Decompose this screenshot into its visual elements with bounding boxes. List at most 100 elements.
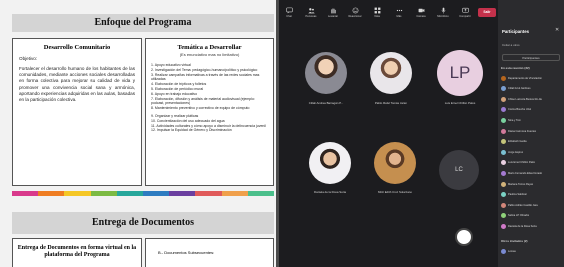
shared-presentation: Enfoque del Programa Desarrollo Comunita… <box>0 0 276 267</box>
mic-icon <box>441 7 445 13</box>
share-button[interactable]: Compartir <box>456 7 474 18</box>
panel-title: Participantes <box>502 29 529 34</box>
more-icon <box>396 9 402 11</box>
participant-name: Citlali Andrea Barragán P... <box>308 101 344 105</box>
avatar <box>501 181 506 187</box>
objective-label: Objetivo: <box>19 56 38 61</box>
view-icon <box>374 7 380 13</box>
list-item[interactable]: Lomas <box>501 247 563 255</box>
subsequent-documents-text: B.- Documentos Subsecuentes: <box>158 250 215 255</box>
list-item[interactable]: Elizabeth Garda <box>501 138 563 146</box>
chat-icon <box>285 7 293 13</box>
participant-video[interactable] <box>305 52 347 94</box>
toolbar-label: Micrófono <box>437 14 449 18</box>
participant-video[interactable] <box>309 142 351 184</box>
color-stripe <box>116 191 144 196</box>
participant-name: Luis Ernel Chillón Palos <box>508 161 536 165</box>
documents-box: Entrega de Documentos en forma virtual e… <box>12 238 142 267</box>
avatar <box>501 223 506 229</box>
list-item: 8. Mantenimiento preventivo y correctivo… <box>151 106 250 111</box>
close-icon[interactable]: ✕ <box>555 27 559 33</box>
participant-name: Daniela de la Rosa Soria <box>314 190 346 194</box>
mic-button[interactable]: Micrófono <box>434 7 452 18</box>
participant-name: Jorge Espino <box>508 150 524 154</box>
hand-button[interactable]: Levantar <box>324 7 342 18</box>
topics-box: Temática a Desarrollar (Es enunciativo m… <box>145 38 274 186</box>
avatar <box>501 192 506 198</box>
list-item[interactable]: Paulina Saldívar <box>501 191 563 199</box>
share-icon <box>461 7 469 13</box>
list-item[interactable]: Departamento de Vinculación <box>501 74 563 82</box>
topics-list: 1. Apoyo educativo virtual 2. Investigac… <box>151 63 268 133</box>
participant-name: Pablo Rafel Tomás Jarén <box>374 101 408 105</box>
avatar <box>501 86 506 92</box>
list-item[interactable]: Daniela de la Rosa Soria <box>501 222 563 230</box>
participant-name: Mariana Torres Reyes <box>508 182 534 186</box>
avatar <box>501 75 506 81</box>
react-button[interactable]: Reaccionar <box>346 7 364 18</box>
color-stripe <box>143 191 170 196</box>
participant-name: Lomas <box>508 249 516 253</box>
avatar <box>501 248 506 254</box>
meeting-toolbar: Chat Personas Levantar Reaccionar Vista Más Cá… <box>279 0 498 24</box>
toolbar-label: Personas <box>305 14 317 18</box>
toolbar-label: Compartir <box>459 14 471 18</box>
avatar <box>501 117 506 123</box>
list-item[interactable]: Diana Carmona Fuentes <box>501 127 563 135</box>
participant-video[interactable] <box>370 52 412 94</box>
avatar <box>501 96 506 102</box>
subsequent-documents-box: B.- Documentos Subsecuentes: <box>145 238 274 267</box>
participant-name: Daniela de la Rosa Soria <box>508 224 537 228</box>
search-label: Participantes <box>522 55 540 60</box>
participant-name: Paulina Saldívar <box>508 193 527 197</box>
color-stripe <box>64 191 91 196</box>
color-stripe <box>221 191 248 196</box>
view-button[interactable]: Vista <box>368 7 386 18</box>
hand-icon <box>330 7 336 13</box>
participant-avatar[interactable]: LC <box>439 150 479 190</box>
list-item[interactable]: Selina LP Obrador <box>501 212 563 220</box>
toolbar-label: Reaccionar <box>348 14 362 18</box>
participant-video[interactable] <box>374 142 416 184</box>
list-item[interactable]: Nina y Tom <box>501 116 563 124</box>
list-item: 12. Impulsar la Equidad de Género y Disc… <box>151 128 232 133</box>
color-stripe <box>169 191 196 196</box>
list-item[interactable]: Mariana Torres Reyes <box>501 180 563 188</box>
list-item[interactable]: Luis Ernel Chillón Palos <box>501 159 563 167</box>
documents-text: Entrega de Documentos en forma virtual e… <box>17 245 137 258</box>
list-item[interactable]: Jorge Espino <box>501 148 563 156</box>
color-stripe <box>195 191 222 196</box>
camera-button[interactable]: Cámara <box>412 7 430 18</box>
self-view-tile[interactable] <box>455 228 473 246</box>
invite-link[interactable]: Invitar a otros <box>502 43 542 48</box>
avatar <box>501 128 506 134</box>
list-item[interactable]: Citlali Azul Jardines <box>501 85 563 93</box>
list-item: 3. Realizar campañas informativas a trav… <box>151 72 260 82</box>
meeting-stage: Chat Personas Levantar Reaccionar Vista Más Cá… <box>279 0 498 267</box>
more-button[interactable]: Más <box>390 7 408 18</box>
participant-name: Chloe Lucrecia Bustos Ro-Alv <box>508 97 543 101</box>
leave-meeting-button[interactable]: Salir <box>478 7 496 17</box>
list-item[interactable]: Mario Fernando Elías Dorado <box>501 169 563 177</box>
others-section-header[interactable]: Otros invitados (2) <box>501 239 528 243</box>
camera-icon <box>418 8 424 12</box>
list-item[interactable]: Pablo Adrián Castillo Jara <box>501 201 563 209</box>
people-button[interactable]: Personas <box>302 7 320 18</box>
avatar <box>501 139 506 145</box>
participant-name: Citlali Azul Jardines <box>508 87 531 91</box>
participant-name: Departamento de Vinculación <box>508 76 542 80</box>
participant-name: Pablo Adrián Castillo Jara <box>508 203 538 207</box>
participant-avatar[interactable]: LP <box>437 50 483 96</box>
participant-name: Luis Ernel Chillón Palos <box>444 101 476 105</box>
toolbar-label: Chat <box>286 14 292 18</box>
list-item[interactable]: Corina Bouche Uriel <box>501 106 563 114</box>
toolbar-label: Levantar <box>327 14 339 18</box>
color-stripe <box>90 191 117 196</box>
list-item: 7. Elaboración, difusión y análisis de m… <box>151 96 255 106</box>
in-meeting-section-header[interactable]: En esta reunión (32) <box>501 66 530 70</box>
chat-button[interactable]: Chat <box>280 7 298 18</box>
list-item[interactable]: Chloe Lucrecia Bustos Ro-Alv <box>501 95 563 103</box>
avatar <box>501 107 506 113</box>
color-stripe <box>12 191 39 196</box>
participants-search-button[interactable]: Participantes <box>502 54 560 61</box>
